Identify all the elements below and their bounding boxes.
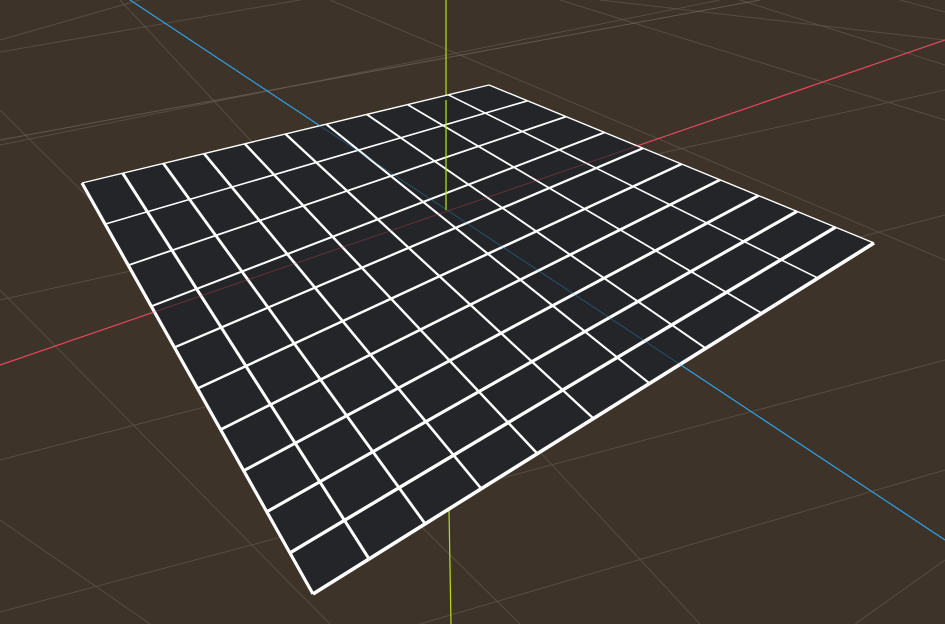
floor-grid-line [899, 0, 945, 13]
floor-grid-line [419, 469, 945, 624]
floor-grid-line [739, 0, 945, 66]
y-axis-line-bottom [448, 509, 452, 624]
floor-grid-line [0, 519, 151, 624]
floor-grid-line [0, 0, 301, 53]
grid-plane-mesh[interactable] [80, 84, 875, 596]
plane-surface[interactable] [82, 85, 874, 594]
floor-grid-line [0, 0, 141, 41]
3d-viewport[interactable] [0, 0, 945, 624]
viewport-scene[interactable] [0, 0, 945, 624]
floor-grid-line [854, 559, 945, 624]
